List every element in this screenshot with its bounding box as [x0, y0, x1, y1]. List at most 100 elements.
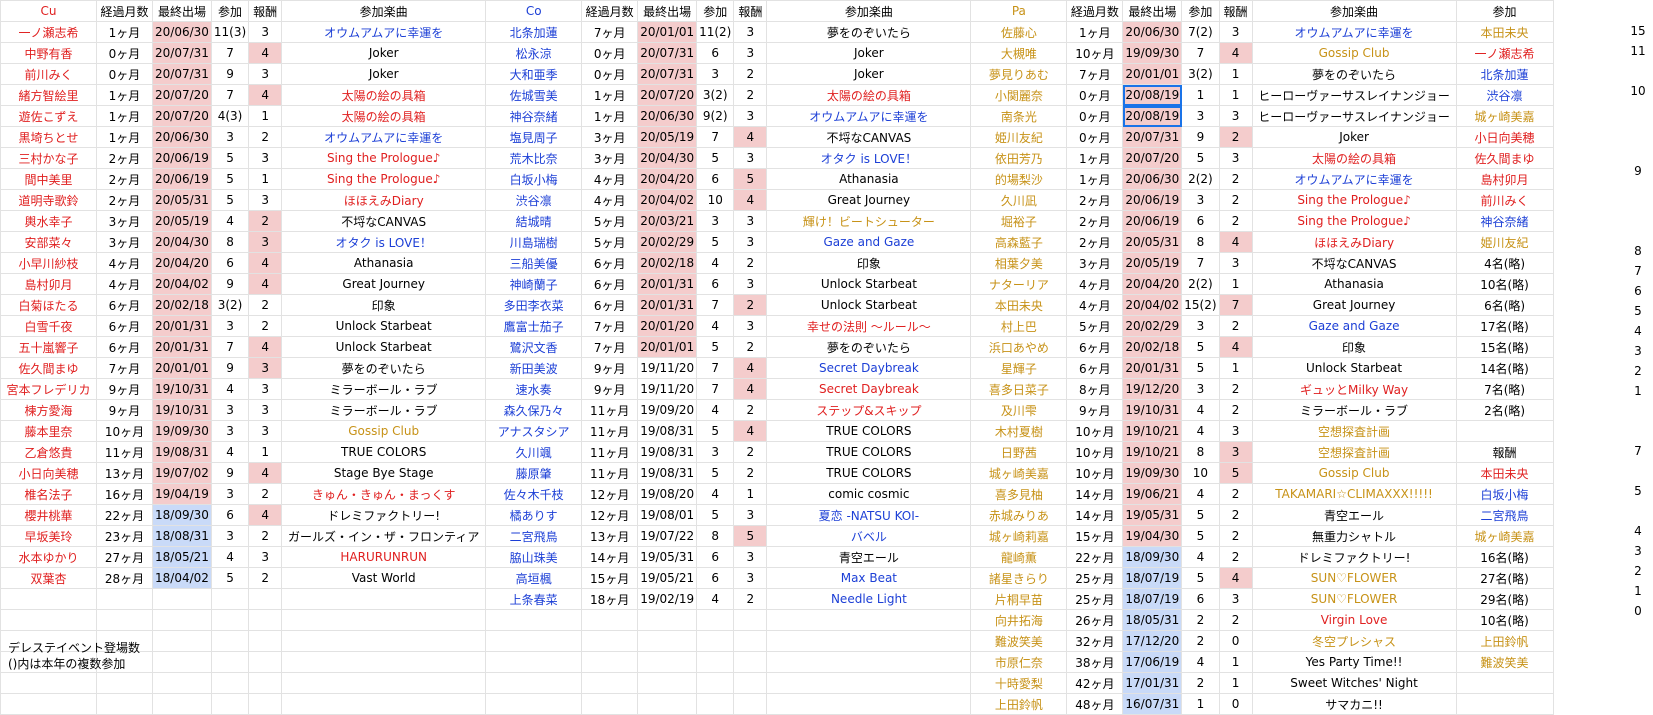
cell[interactable]: 15名(略): [1455, 336, 1554, 358]
cell[interactable]: 4: [696, 399, 735, 421]
cell[interactable]: 夢見りあむ: [970, 63, 1068, 85]
cell[interactable]: Sing the Prologue♪: [281, 147, 487, 169]
cell[interactable]: 相葉夕美: [970, 252, 1068, 274]
cell[interactable]: 10ヶ月: [1066, 462, 1124, 484]
cell[interactable]: 乙倉悠貴: [0, 441, 97, 463]
cell[interactable]: オタク is LOVE！: [766, 147, 972, 169]
cell[interactable]: [733, 672, 768, 694]
cell[interactable]: TRUE COLORS: [766, 420, 972, 442]
cell[interactable]: 2: [1218, 168, 1253, 190]
cell[interactable]: [485, 672, 583, 694]
cell[interactable]: 4: [733, 357, 768, 379]
header-cell[interactable]: 最終出場: [637, 0, 698, 22]
cell[interactable]: 9ヶ月: [1066, 399, 1124, 421]
cell[interactable]: ほほえみDiary: [1251, 231, 1457, 253]
cell[interactable]: 11ヶ月: [581, 441, 639, 463]
cell[interactable]: Max Beat: [766, 567, 972, 589]
cell[interactable]: 6: [1181, 588, 1220, 610]
cell[interactable]: 3: [733, 546, 768, 568]
cell[interactable]: 8: [1181, 441, 1220, 463]
cell[interactable]: 26ヶ月: [1066, 609, 1124, 631]
cell[interactable]: 5: [696, 231, 735, 253]
cell[interactable]: 9: [210, 63, 250, 85]
cell[interactable]: 0ヶ月: [1066, 84, 1124, 106]
cell[interactable]: 道明寺歌鈴: [0, 189, 97, 211]
cell[interactable]: 冬空プレシャス: [1251, 630, 1457, 652]
cell[interactable]: Sing the Prologue♪: [1251, 189, 1457, 211]
cell[interactable]: ドレミファクトリー!: [1251, 546, 1457, 568]
cell[interactable]: Secret Daybreak: [766, 357, 972, 379]
cell[interactable]: 10ヶ月: [1066, 420, 1124, 442]
cell[interactable]: 2: [1218, 525, 1253, 547]
cell[interactable]: 櫻井桃華: [0, 504, 97, 526]
cell[interactable]: 2: [733, 588, 768, 610]
cell[interactable]: [637, 630, 698, 652]
cell[interactable]: 6名(略): [1455, 294, 1554, 316]
cell[interactable]: 印象: [281, 294, 487, 316]
cell[interactable]: 3: [248, 420, 283, 442]
cell[interactable]: 5: [1181, 525, 1220, 547]
cell[interactable]: ミラーボール・ラブ: [281, 399, 487, 421]
cell[interactable]: 2: [1218, 546, 1253, 568]
cell[interactable]: 4: [1218, 336, 1253, 358]
cell[interactable]: 5: [733, 525, 768, 547]
cell[interactable]: 白菊ほたる: [0, 294, 97, 316]
cell[interactable]: 20/02/29: [637, 231, 698, 253]
header-cell[interactable]: Pa: [970, 0, 1068, 22]
cell[interactable]: 19/10/21: [1122, 420, 1183, 442]
cell[interactable]: [733, 693, 768, 715]
cell[interactable]: 6ヶ月: [581, 273, 639, 295]
cell[interactable]: 太陽の絵の具箱: [766, 84, 972, 106]
cell[interactable]: 20/06/19: [152, 168, 212, 190]
cell[interactable]: 10名(略): [1455, 273, 1554, 295]
cell[interactable]: 1: [1218, 273, 1253, 295]
cell[interactable]: 20/01/31: [637, 294, 698, 316]
cell[interactable]: Joker: [1251, 126, 1457, 148]
cell[interactable]: 4: [733, 189, 768, 211]
header-cell[interactable]: Cu: [0, 0, 97, 22]
cell[interactable]: [637, 651, 698, 673]
cell[interactable]: 20/04/20: [1122, 273, 1183, 295]
cell[interactable]: [210, 672, 250, 694]
cell[interactable]: 16/07/31: [1122, 693, 1183, 715]
cell[interactable]: TRUE COLORS: [766, 441, 972, 463]
cell[interactable]: 7ヶ月: [96, 357, 153, 379]
cell[interactable]: 3(2): [210, 294, 250, 316]
cell[interactable]: [766, 672, 972, 694]
cell[interactable]: 4ヶ月: [581, 189, 639, 211]
cell[interactable]: 3: [248, 189, 283, 211]
cell[interactable]: 前川みく: [0, 63, 97, 85]
cell[interactable]: 3: [733, 315, 768, 337]
cell[interactable]: 19/12/20: [1122, 378, 1183, 400]
cell[interactable]: 3: [210, 420, 250, 442]
cell[interactable]: 19/07/22: [637, 525, 698, 547]
cell[interactable]: 日野茜: [970, 441, 1068, 463]
cell[interactable]: 4: [248, 462, 283, 484]
cell[interactable]: [248, 693, 283, 715]
cell[interactable]: 19/08/31: [152, 441, 212, 463]
cell[interactable]: 9: [210, 462, 250, 484]
cell[interactable]: TRUE COLORS: [281, 441, 487, 463]
cell[interactable]: Unlock Starbeat: [281, 336, 487, 358]
cell[interactable]: 上田鈴帆: [1455, 630, 1554, 652]
cell[interactable]: 2: [248, 567, 283, 589]
cell[interactable]: 4ヶ月: [1066, 273, 1124, 295]
cell[interactable]: 20/01/01: [637, 21, 698, 43]
cell[interactable]: 4: [1181, 546, 1220, 568]
cell[interactable]: 北条加蓮: [1455, 63, 1554, 85]
cell[interactable]: 遊佐こずえ: [0, 105, 97, 127]
cell[interactable]: 5: [733, 168, 768, 190]
cell[interactable]: 23ヶ月: [96, 525, 153, 547]
cell[interactable]: 1: [1181, 84, 1220, 106]
cell[interactable]: 10ヶ月: [96, 420, 153, 442]
cell[interactable]: 川島瑞樹: [485, 231, 583, 253]
cell[interactable]: 1ヶ月: [581, 84, 639, 106]
cell[interactable]: 0: [1218, 630, 1253, 652]
cell[interactable]: 0ヶ月: [581, 42, 639, 64]
cell[interactable]: [485, 693, 583, 715]
cell[interactable]: 3: [1218, 252, 1253, 274]
cell[interactable]: 7: [210, 42, 250, 64]
cell[interactable]: 3(2): [696, 84, 735, 106]
cell[interactable]: [210, 630, 250, 652]
cell[interactable]: 5ヶ月: [581, 231, 639, 253]
